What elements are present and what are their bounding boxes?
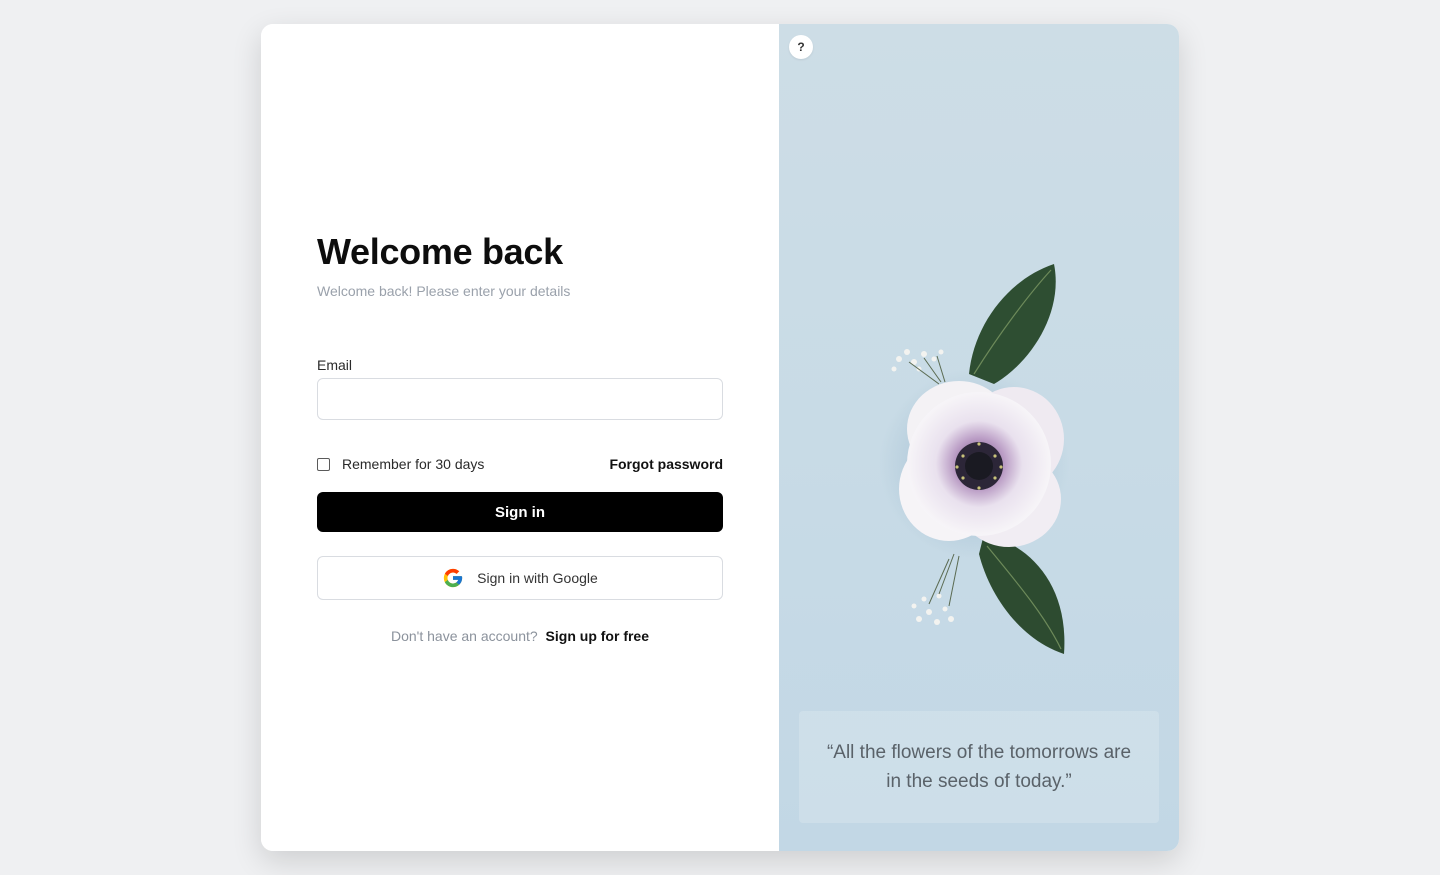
small-blossoms-bottom [911,593,954,625]
illustration-panel: ? “All the flowers of the tomorrows are … [779,24,1179,851]
google-sign-in-button[interactable]: Sign in with Google [317,556,723,600]
quote-text: “All the flowers of the tomorrows are in… [826,742,1132,792]
login-card: Welcome back Welcome back! Please enter … [261,24,1179,851]
google-sign-in-label: Sign in with Google [477,570,598,586]
forgot-password-link[interactable]: Forgot password [609,456,723,472]
sign-in-button[interactable]: Sign in [317,492,723,532]
help-button[interactable]: ? [789,35,813,59]
page-subtitle: Welcome back! Please enter your details [317,283,571,299]
remember-label: Remember for 30 days [342,456,485,472]
remember-checkbox[interactable] [317,457,330,471]
email-label: Email [317,357,353,373]
remember-row: Remember for 30 days Forgot password [317,454,723,474]
page-title: Welcome back [317,231,563,272]
sign-up-link[interactable]: Sign up for free [546,628,649,644]
signup-row: Don't have an account? Sign up for free [317,628,723,644]
remember-option[interactable]: Remember for 30 days [317,456,484,472]
login-form: Welcome back Welcome back! Please enter … [317,230,723,644]
email-field[interactable] [317,378,723,420]
signup-prompt: Don't have an account? [390,628,538,644]
quote-card: “All the flowers of the tomorrows are in… [799,711,1159,823]
flower-illustration [879,264,1069,654]
google-icon [444,568,463,588]
login-panel: Welcome back Welcome back! Please enter … [261,24,779,851]
